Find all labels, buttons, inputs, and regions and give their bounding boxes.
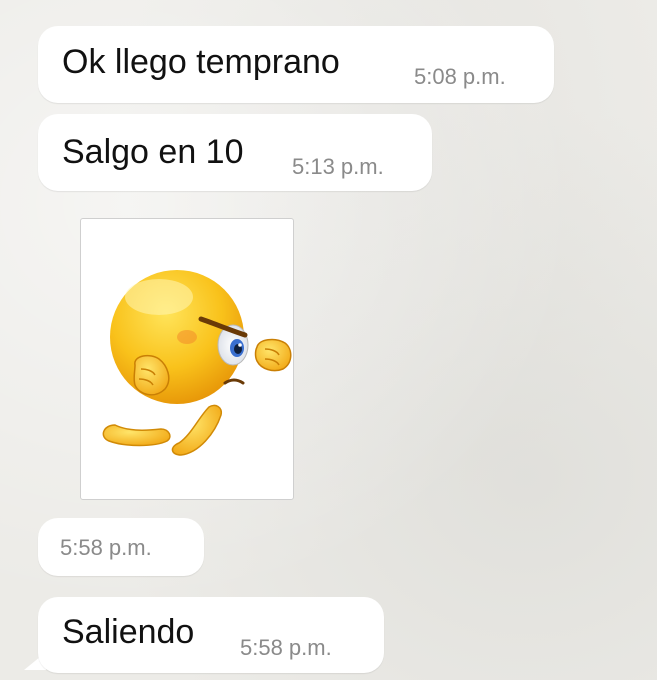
message-timestamp: 5:13 p.m. (292, 154, 384, 179)
message-timestamp: 5:58 p.m. (60, 535, 152, 560)
message-text: Saliendo (62, 613, 195, 651)
message-bubble[interactable]: Saliendo 5:58 p.m. (38, 597, 384, 673)
message-bubble[interactable]: Salgo en 10 5:13 p.m. (38, 114, 432, 191)
message-text: Ok llego temprano (62, 43, 340, 81)
message-bubble[interactable]: 5:58 p.m. (38, 518, 204, 576)
sticker-message[interactable] (80, 218, 294, 500)
message-timestamp: 5:08 p.m. (414, 64, 506, 89)
message-timestamp: 5:58 p.m. (240, 635, 332, 660)
message-bubble[interactable]: Ok llego temprano 5:08 p.m. (38, 26, 554, 103)
message-text: Salgo en 10 (62, 133, 244, 171)
angry-punching-emoji-icon (102, 270, 292, 456)
